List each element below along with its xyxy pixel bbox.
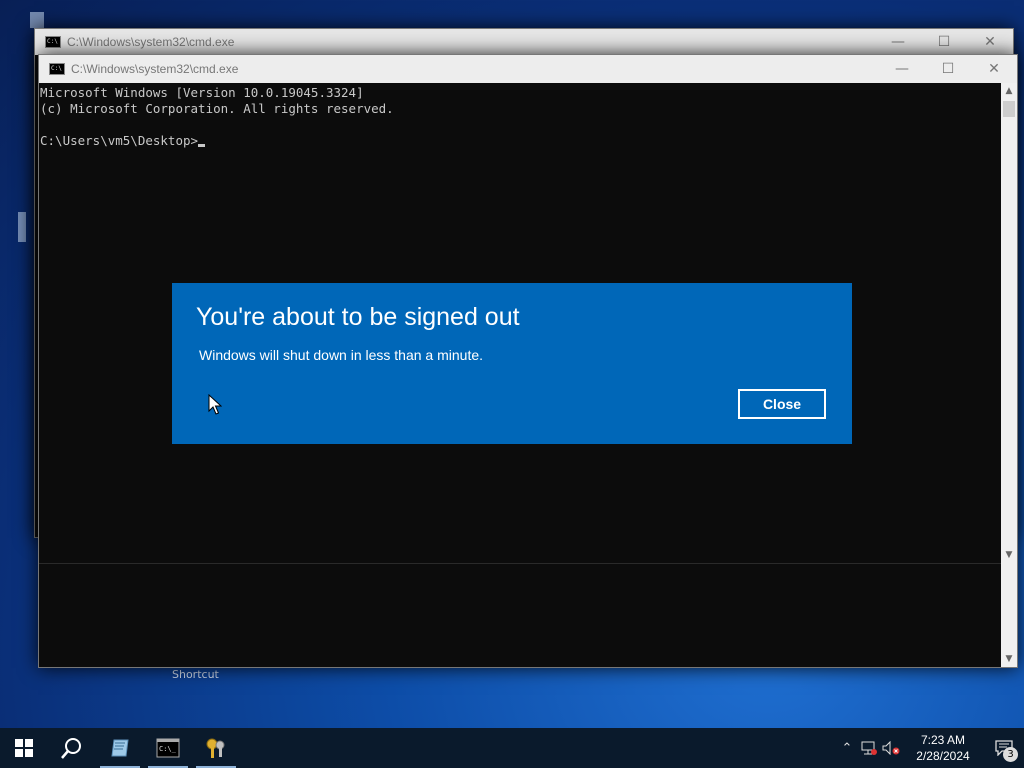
- signout-dialog: You're about to be signed out Windows wi…: [172, 283, 852, 444]
- notification-count-badge: 3: [1003, 747, 1018, 762]
- clock-time: 7:23 AM: [920, 733, 966, 747]
- scroll-up-icon[interactable]: ▲: [1001, 83, 1017, 99]
- scroll-down-icon[interactable]: ▼: [1001, 651, 1017, 667]
- clock[interactable]: 7:23 AM 2/28/2024: [908, 732, 978, 764]
- desktop-shortcut-label[interactable]: Shortcut: [172, 668, 219, 681]
- window-title: C:\Windows\system32\cmd.exe: [71, 62, 239, 76]
- scroll-thumb[interactable]: [1003, 101, 1015, 117]
- desktop-icon-fragment: [30, 12, 44, 28]
- taskbar: C:\_ ⌃ 7:23 AM 2/28/2024 3: [0, 728, 1024, 768]
- scroll-down-icon[interactable]: ▼: [1001, 547, 1017, 563]
- minimize-button[interactable]: —: [879, 55, 925, 83]
- clock-date: 2/28/2024: [916, 749, 970, 763]
- network-icon[interactable]: [858, 728, 880, 768]
- vertical-scrollbar[interactable]: ▲ ▼ ▼: [1001, 83, 1017, 667]
- mouse-pointer-icon: [208, 394, 222, 415]
- console-line: ​: [40, 117, 1001, 133]
- dialog-title: You're about to be signed out: [196, 303, 520, 331]
- cmd-icon: [49, 63, 65, 75]
- window-title: C:\Windows\system32\cmd.exe: [67, 35, 235, 49]
- close-window-button[interactable]: ✕: [971, 55, 1017, 83]
- desktop-icon-fragment: [18, 212, 26, 242]
- show-hidden-icons-chevron-icon[interactable]: ⌃: [836, 728, 858, 768]
- taskbar-app-cmd[interactable]: C:\_: [144, 728, 192, 768]
- cmd-icon: [45, 36, 61, 48]
- console-line: (c) Microsoft Corporation. All rights re…: [40, 101, 394, 116]
- search-button[interactable]: [48, 728, 96, 768]
- action-center-button[interactable]: 3: [984, 728, 1024, 768]
- text-cursor: [198, 144, 206, 147]
- console-divider: [39, 563, 1001, 564]
- console-prompt: C:\Users\vm5\Desktop>: [40, 133, 199, 148]
- console-prompt-line: C:\Users\vm5\Desktop>: [40, 133, 1001, 149]
- start-button[interactable]: [0, 728, 48, 768]
- system-tray: ⌃ 7:23 AM 2/28/2024 3: [836, 728, 1024, 768]
- titlebar[interactable]: C:\Windows\system32\cmd.exe — ☐ ✕: [39, 55, 1017, 83]
- search-icon: [61, 738, 81, 759]
- keys-icon: [206, 738, 225, 758]
- console-line: Microsoft Windows [Version 10.0.19045.33…: [40, 85, 364, 100]
- windows-logo-icon: [15, 739, 33, 757]
- svg-text:C:\_: C:\_: [159, 745, 177, 753]
- dialog-message: Windows will shut down in less than a mi…: [199, 347, 484, 363]
- close-button[interactable]: Close: [738, 389, 826, 419]
- titlebar[interactable]: C:\Windows\system32\cmd.exe — ☐ ✕: [35, 29, 1013, 55]
- taskbar-app-keys[interactable]: [192, 728, 240, 768]
- close-window-button[interactable]: ✕: [967, 29, 1013, 55]
- notepad-icon: [111, 739, 129, 757]
- minimize-button[interactable]: —: [875, 29, 921, 55]
- taskbar-app-notepad[interactable]: [96, 728, 144, 768]
- cmd-app-icon: C:\_: [156, 738, 180, 758]
- volume-muted-icon[interactable]: [880, 728, 902, 768]
- maximize-button[interactable]: ☐: [921, 29, 967, 55]
- maximize-button[interactable]: ☐: [925, 55, 971, 83]
